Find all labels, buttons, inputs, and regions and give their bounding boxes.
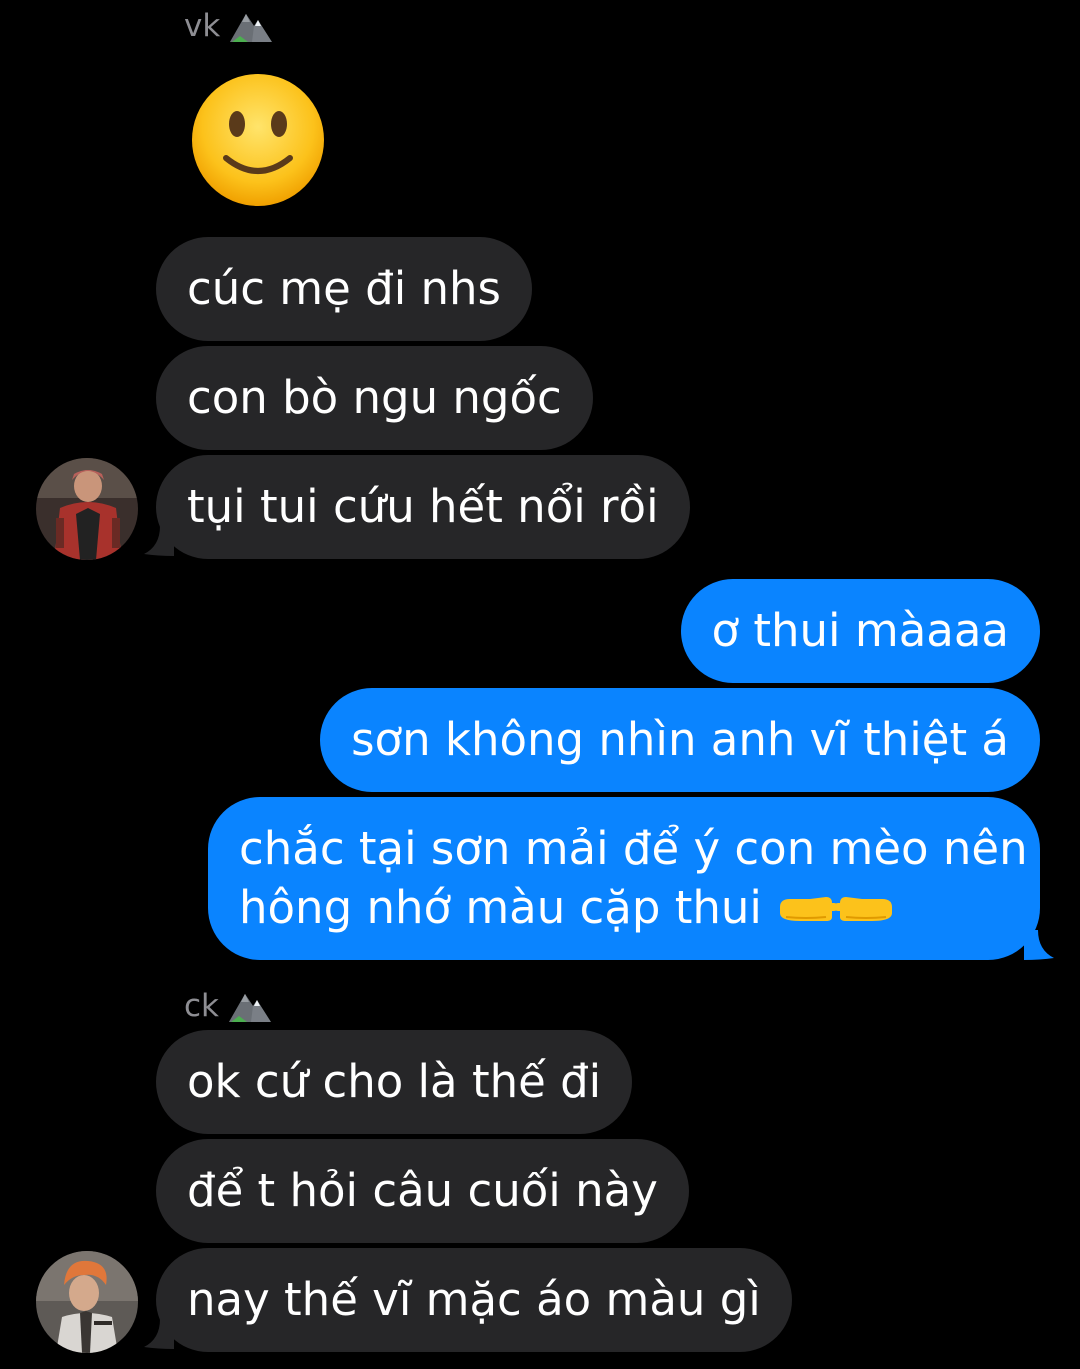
message-text: con bò ngu ngốc	[187, 371, 562, 424]
message-text-line: hông nhớ màu cặp thui	[239, 878, 1009, 937]
incoming-message[interactable]: tụi tui cứu hết nổi rồi	[156, 455, 690, 559]
message-text: sơn không nhìn anh vĩ thiệt á	[351, 713, 1009, 766]
avatar[interactable]	[36, 458, 138, 560]
message-text: hông nhớ màu cặp thui	[239, 881, 762, 934]
sender-name: vk	[184, 8, 221, 44]
message-text: tụi tui cứu hết nổi rồi	[187, 480, 659, 533]
avatar-image	[36, 458, 138, 560]
bubble-tail	[1024, 930, 1054, 960]
message-text: nay thế vĩ mặc áo màu gì	[187, 1273, 761, 1326]
bubble-tail	[144, 1319, 174, 1349]
sender-label-top: vk	[184, 8, 274, 44]
message-text: để t hỏi câu cuối này	[187, 1164, 658, 1217]
incoming-message[interactable]: ok cứ cho là thế đi	[156, 1030, 633, 1134]
mountain-emoji-icon	[230, 14, 273, 42]
outgoing-message[interactable]: sơn không nhìn anh vĩ thiệt á	[320, 688, 1040, 792]
incoming-message[interactable]: nay thế vĩ mặc áo màu gì	[156, 1248, 792, 1352]
sender-name: ck	[184, 988, 219, 1024]
message-text: ơ thui màaaa	[711, 604, 1009, 657]
sender-label-bottom: ck	[184, 988, 273, 1024]
bubble-tail	[144, 526, 174, 556]
slightly-smiling-face-emoji-icon	[192, 74, 324, 206]
message-text-line: chắc tại sơn mải để ý con mèo nên	[239, 822, 1028, 875]
avatar-image	[36, 1251, 138, 1353]
message-text: cúc mẹ đi nhs	[187, 262, 501, 315]
mountain-emoji-icon	[229, 994, 271, 1022]
outgoing-message[interactable]: chắc tại sơn mải để ý con mèo nên hông n…	[208, 797, 1040, 960]
pointing-fingers-emoji-icon	[780, 897, 893, 921]
incoming-message[interactable]: con bò ngu ngốc	[156, 346, 593, 450]
incoming-message[interactable]: cúc mẹ đi nhs	[156, 237, 532, 341]
incoming-message[interactable]: để t hỏi câu cuối này	[156, 1139, 689, 1243]
message-text: ok cứ cho là thế đi	[187, 1055, 602, 1108]
avatar[interactable]	[36, 1251, 138, 1353]
outgoing-message[interactable]: ơ thui màaaa	[680, 579, 1040, 683]
